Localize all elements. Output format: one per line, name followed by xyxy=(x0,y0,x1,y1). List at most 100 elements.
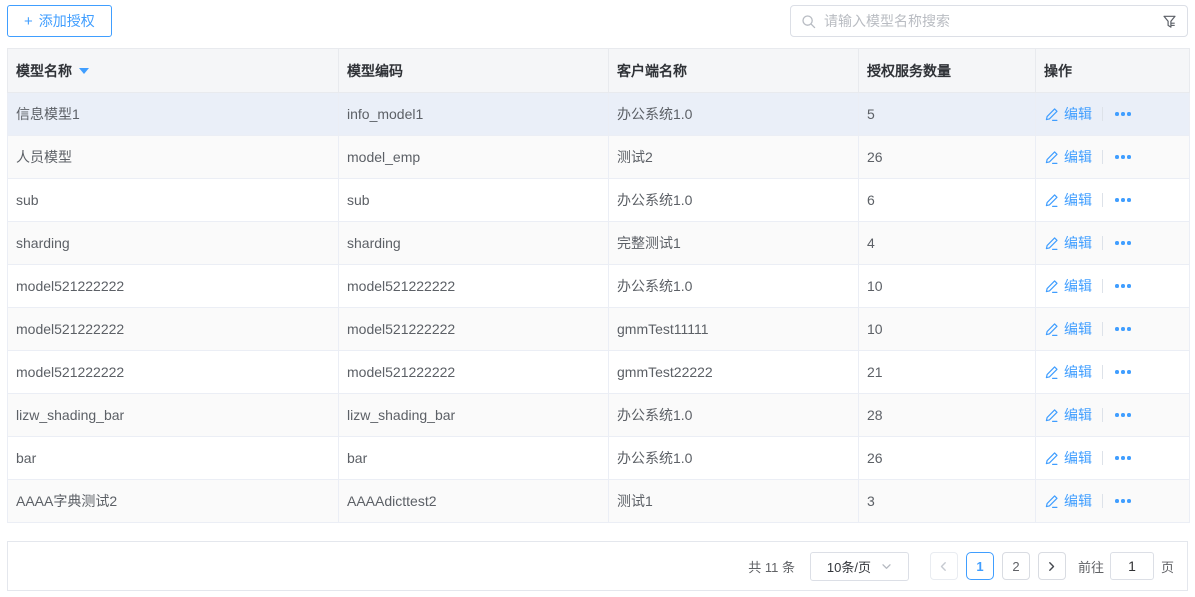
edit-label: 编辑 xyxy=(1064,278,1092,294)
action-divider xyxy=(1102,279,1103,293)
cell-service-count: 28 xyxy=(858,393,1036,437)
ellipsis-icon[interactable] xyxy=(1113,237,1133,249)
cell-actions: 编辑 xyxy=(1035,307,1190,351)
cell-service-count: 10 xyxy=(858,307,1036,351)
goto-label: 前往 xyxy=(1077,559,1104,575)
cell-model-name: 信息模型1 xyxy=(7,92,339,136)
cell-client-name: 测试1 xyxy=(608,479,859,523)
edit-label: 编辑 xyxy=(1064,106,1092,122)
ellipsis-icon[interactable] xyxy=(1113,323,1133,335)
pencil-icon xyxy=(1045,451,1058,465)
edit-label: 编辑 xyxy=(1064,493,1092,509)
page-unit-label: 页 xyxy=(1160,559,1174,575)
cell-model-code: model_emp xyxy=(338,135,609,179)
action-divider xyxy=(1102,107,1103,121)
edit-button[interactable]: 编辑 xyxy=(1044,276,1092,296)
edit-label: 编辑 xyxy=(1064,192,1092,208)
cell-model-code: sub xyxy=(338,178,609,222)
action-divider xyxy=(1102,494,1103,508)
ellipsis-icon[interactable] xyxy=(1113,366,1133,378)
chevron-right-icon xyxy=(1049,561,1055,571)
next-page-button[interactable] xyxy=(1037,552,1066,580)
table-row: AAAA字典测试2 AAAAdicttest2 测试1 3 编辑 xyxy=(7,479,1190,523)
cell-model-name: model521222222 xyxy=(7,264,339,308)
goto-page-input[interactable] xyxy=(1109,552,1154,580)
edit-button[interactable]: 编辑 xyxy=(1044,319,1092,339)
cell-model-name: sub xyxy=(7,178,339,222)
page-button-1[interactable]: 1 xyxy=(965,552,994,580)
action-divider xyxy=(1102,236,1103,250)
add-authorization-button[interactable]: + 添加授权 xyxy=(7,5,112,37)
table-body: 信息模型1 info_model1 办公系统1.0 5 编辑 人员模型 mode… xyxy=(7,92,1190,523)
pencil-icon xyxy=(1045,193,1058,207)
pencil-icon xyxy=(1045,107,1058,121)
edit-label: 编辑 xyxy=(1064,321,1092,337)
table-row: lizw_shading_bar lizw_shading_bar 办公系统1.… xyxy=(7,393,1190,437)
search-icon xyxy=(802,14,816,28)
ellipsis-icon[interactable] xyxy=(1113,452,1133,464)
action-divider xyxy=(1102,408,1103,422)
cell-client-name: gmmTest22222 xyxy=(608,350,859,394)
column-header-model-code: 模型编码 xyxy=(338,48,609,93)
cell-model-name: bar xyxy=(7,436,339,480)
funnel-icon[interactable] xyxy=(1162,14,1177,29)
cell-model-name: lizw_shading_bar xyxy=(7,393,339,437)
pencil-icon xyxy=(1045,236,1058,250)
column-header-model-name-label: 模型名称 xyxy=(16,62,72,79)
cell-service-count: 4 xyxy=(858,221,1036,265)
ellipsis-icon[interactable] xyxy=(1113,409,1133,421)
column-header-model-name[interactable]: 模型名称 xyxy=(7,48,339,93)
cell-actions: 编辑 xyxy=(1035,178,1190,222)
pagination-bar: 共 11 条 10条/页 1 2 前往 页 xyxy=(7,541,1188,591)
search-input[interactable] xyxy=(824,13,1154,29)
edit-button[interactable]: 编辑 xyxy=(1044,491,1092,511)
ellipsis-icon[interactable] xyxy=(1113,194,1133,206)
cell-client-name: 办公系统1.0 xyxy=(608,92,859,136)
cell-model-name: model521222222 xyxy=(7,307,339,351)
cell-model-name: AAAA字典测试2 xyxy=(7,479,339,523)
ellipsis-icon[interactable] xyxy=(1113,495,1133,507)
table-row: 信息模型1 info_model1 办公系统1.0 5 编辑 xyxy=(7,92,1190,136)
edit-button[interactable]: 编辑 xyxy=(1044,147,1092,167)
plus-icon: + xyxy=(24,12,33,30)
edit-button[interactable]: 编辑 xyxy=(1044,190,1092,210)
cell-client-name: 办公系统1.0 xyxy=(608,264,859,308)
cell-actions: 编辑 xyxy=(1035,436,1190,480)
edit-button[interactable]: 编辑 xyxy=(1044,362,1092,382)
cell-model-code: model521222222 xyxy=(338,307,609,351)
search-box xyxy=(790,5,1188,37)
cell-service-count: 10 xyxy=(858,264,1036,308)
prev-page-button[interactable] xyxy=(929,552,958,580)
page-button-2[interactable]: 2 xyxy=(1001,552,1030,580)
ellipsis-icon[interactable] xyxy=(1113,280,1133,292)
cell-model-code: AAAAdicttest2 xyxy=(338,479,609,523)
cell-client-name: 办公系统1.0 xyxy=(608,393,859,437)
cell-model-code: info_model1 xyxy=(338,92,609,136)
page: + 添加授权 模型名称 xyxy=(0,0,1195,591)
edit-button[interactable]: 编辑 xyxy=(1044,405,1092,425)
cell-service-count: 3 xyxy=(858,479,1036,523)
pencil-icon xyxy=(1045,365,1058,379)
edit-button[interactable]: 编辑 xyxy=(1044,448,1092,468)
chevron-down-icon xyxy=(882,563,891,569)
cell-client-name: 办公系统1.0 xyxy=(608,178,859,222)
pencil-icon xyxy=(1045,494,1058,508)
page-size-select[interactable]: 10条/页 xyxy=(809,551,909,581)
add-authorization-label: 添加授权 xyxy=(38,13,95,29)
action-divider xyxy=(1102,451,1103,465)
ellipsis-icon[interactable] xyxy=(1113,151,1133,163)
cell-actions: 编辑 xyxy=(1035,221,1190,265)
edit-button[interactable]: 编辑 xyxy=(1044,104,1092,124)
action-divider xyxy=(1102,322,1103,336)
cell-model-code: bar xyxy=(338,436,609,480)
cell-model-name: sharding xyxy=(7,221,339,265)
column-header-service-count: 授权服务数量 xyxy=(858,48,1036,93)
edit-label: 编辑 xyxy=(1064,450,1092,466)
cell-model-code: model521222222 xyxy=(338,264,609,308)
ellipsis-icon[interactable] xyxy=(1113,108,1133,120)
edit-button[interactable]: 编辑 xyxy=(1044,233,1092,253)
total-count-label: 共 11 条 xyxy=(748,559,795,575)
cell-model-name: model521222222 xyxy=(7,350,339,394)
cell-client-name: 测试2 xyxy=(608,135,859,179)
sort-caret-down-icon[interactable] xyxy=(79,67,89,74)
